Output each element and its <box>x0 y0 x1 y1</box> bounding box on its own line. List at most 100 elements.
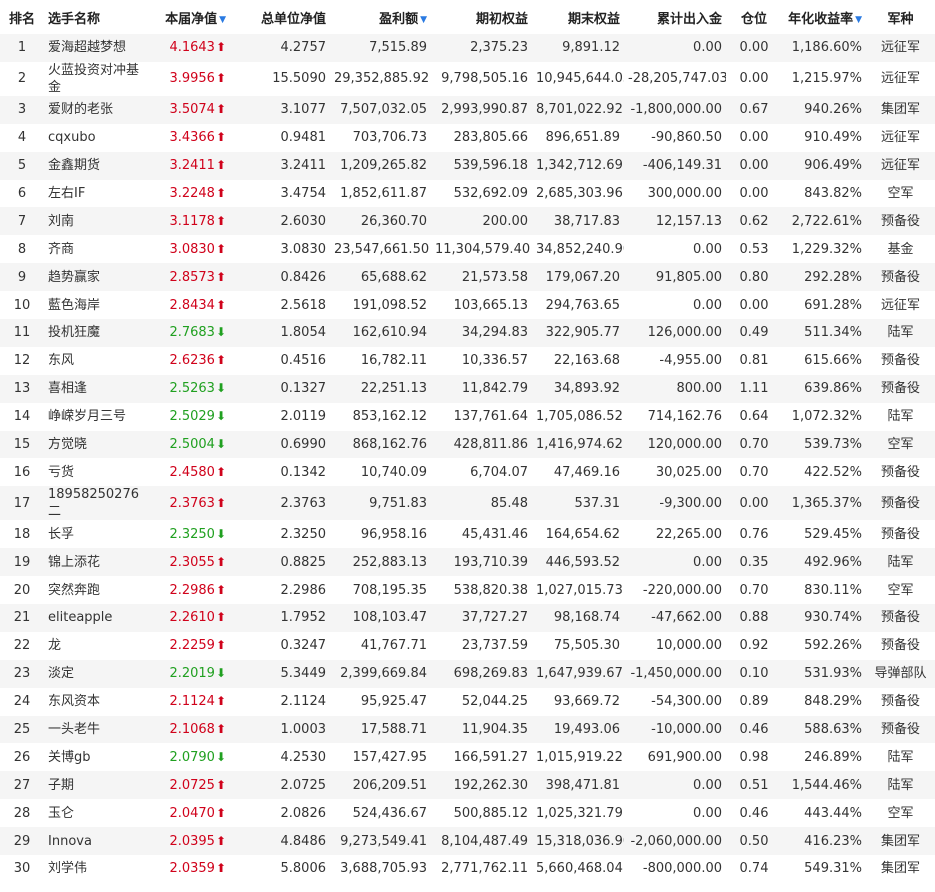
table-row: 24 东风资本 2.1124⬆ 2.1124 95,925.47 52,044.25 93,… <box>0 687 935 716</box>
player-name-link[interactable]: 长孚 <box>44 520 144 548</box>
nav-value: 3.4366 <box>169 130 215 146</box>
cum-flow-cell: 120,000.00 <box>647 437 722 453</box>
annual-return-cell: 848.29% <box>804 694 862 710</box>
player-name-link[interactable]: 金鑫期货 <box>44 152 144 180</box>
player-name-link[interactable]: 投机狂魔 <box>44 319 144 347</box>
nav-cell: 2.0725⬆ <box>144 771 230 799</box>
player-name-link[interactable]: eliteapple <box>44 604 144 632</box>
player-name-link[interactable]: 龙 <box>44 632 144 660</box>
table-row: 30 刘学伟 2.0359⬆ 5.8006 3,688,705.93 2,771,762.… <box>0 855 935 883</box>
table-row: 21 eliteapple 2.2610⬆ 1.7952 108,103.47 37,72… <box>0 604 935 632</box>
total-unit-nav-cell: 2.0119 <box>280 409 327 425</box>
nav-cell: 3.0830⬆ <box>144 235 230 263</box>
player-name-link[interactable]: 爱海超越梦想 <box>44 34 144 62</box>
player-name-link[interactable]: 玉仑 <box>44 799 144 827</box>
player-name-link[interactable]: 淡定 <box>44 660 144 688</box>
player-name-link[interactable]: 左右IF <box>44 180 144 208</box>
player-name-link[interactable]: 火蓝投资对冲基金 <box>44 62 144 96</box>
rank-cell: 6 <box>17 186 27 201</box>
position-cell: 0.53 <box>739 241 769 257</box>
sort-desc-icon[interactable]: ▼ <box>420 15 427 25</box>
army-cell: 预备役 <box>880 694 920 710</box>
player-name-link[interactable]: 东风资本 <box>44 688 144 716</box>
cum-flow-cell: 91,805.00 <box>655 269 722 285</box>
end-equity-cell: 8,701,022.92 <box>536 102 623 118</box>
start-equity-cell: 2,771,762.11 <box>441 861 528 877</box>
arrow-down-icon: ⬇ <box>215 437 226 452</box>
total-unit-nav-cell: 0.1327 <box>280 381 327 397</box>
player-name-link[interactable]: 突然奔跑 <box>44 576 144 604</box>
start-equity-cell: 539,596.18 <box>453 158 528 174</box>
arrow-down-icon: ⬇ <box>215 325 226 340</box>
position-cell: 0.70 <box>739 464 769 480</box>
rank-cell: 15 <box>13 437 31 453</box>
header-profit[interactable]: 盈利额 ▼ <box>330 0 431 34</box>
nav-value: 2.3055 <box>169 554 215 570</box>
header-annual-return[interactable]: 年化收益率 ▼ <box>782 0 866 34</box>
sort-desc-icon[interactable]: ▼ <box>219 15 226 25</box>
position-cell: 0.46 <box>739 722 769 738</box>
end-equity-cell: 1,015,919.22 <box>536 749 623 765</box>
army-cell: 空军 <box>887 186 914 201</box>
army-cell: 远征军 <box>880 158 920 174</box>
player-name-link[interactable]: 趋势赢家 <box>44 263 144 291</box>
player-name-link[interactable]: 齐商 <box>44 235 144 263</box>
arrow-up-icon: ⬆ <box>215 186 226 200</box>
rank-cell: 10 <box>13 297 31 313</box>
rank-cell: 19 <box>13 554 31 570</box>
army-cell: 陆军 <box>887 554 914 570</box>
arrow-up-icon: ⬆ <box>215 213 226 228</box>
arrow-up-icon: ⬆ <box>215 722 226 737</box>
position-cell: 0.89 <box>739 694 769 710</box>
total-unit-nav-cell: 5.8006 <box>280 861 327 877</box>
player-name-link[interactable]: 锦上添花 <box>44 548 144 576</box>
start-equity-cell: 2,993,990.87 <box>441 102 528 118</box>
player-name-link[interactable]: 喜相逢 <box>44 375 144 403</box>
end-equity-cell: 9,891.12 <box>562 40 620 56</box>
sort-desc-icon[interactable]: ▼ <box>855 15 862 25</box>
table-row: 7 刘南 3.1178⬆ 2.6030 26,360.70 200.00 38,717.83… <box>0 207 935 236</box>
cum-flow-cell: 800.00 <box>676 381 723 397</box>
table-row: 19 锦上添花 2.3055⬆ 0.8825 252,883.13 193,710.39 4… <box>0 548 935 577</box>
nav-cell: 3.9956⬆ <box>144 62 230 96</box>
cum-flow-cell: -220,000.00 <box>642 582 722 598</box>
cum-flow-cell: 30,025.00 <box>655 464 722 480</box>
player-name-link[interactable]: Innova <box>44 827 144 855</box>
player-name-link[interactable]: 子期 <box>44 771 144 799</box>
start-equity-cell: 532,692.09 <box>453 186 528 201</box>
nav-cell: 2.8573⬆ <box>144 263 230 291</box>
annual-return-cell: 492.96% <box>804 554 862 570</box>
total-unit-nav-cell: 2.1124 <box>280 694 327 710</box>
annual-return-cell: 1,186.60% <box>791 40 862 56</box>
cum-flow-cell: 126,000.00 <box>647 325 722 341</box>
nav-cell: 2.0395⬆ <box>144 827 230 855</box>
position-cell: 0.46 <box>739 805 769 821</box>
start-equity-cell: 283,805.66 <box>453 130 528 146</box>
player-name-link[interactable]: 刘学伟 <box>44 855 144 883</box>
player-name-link[interactable]: 18958250276二 <box>44 486 144 520</box>
position-cell: 0.74 <box>739 861 769 877</box>
header-nav[interactable]: 本届净值 ▼ <box>144 0 230 34</box>
player-name-link[interactable]: 东风 <box>44 347 144 375</box>
nav-value: 2.0359 <box>169 861 215 877</box>
player-name-link[interactable]: 关博gb <box>44 743 144 771</box>
profit-cell: 206,209.51 <box>352 777 427 793</box>
total-unit-nav-cell: 0.3247 <box>280 638 327 654</box>
table-row: 23 淡定 2.2019⬇ 5.3449 2,399,669.84 698,269.83 1… <box>0 659 935 688</box>
cum-flow-cell: 0.00 <box>693 777 722 793</box>
nav-cell: 2.2019⬇ <box>144 660 230 688</box>
player-name-link[interactable]: 峥嵘岁月三号 <box>44 403 144 431</box>
player-name-link[interactable]: 亏货 <box>44 458 144 486</box>
player-name-link[interactable]: 一头老牛 <box>44 716 144 744</box>
player-name-link[interactable]: 方觉晓 <box>44 431 144 459</box>
player-name-link[interactable]: cqxubo <box>44 124 144 152</box>
rank-cell: 3 <box>17 102 27 118</box>
player-name-link[interactable]: 藍色海岸 <box>44 291 144 319</box>
army-cell: 预备役 <box>880 269 920 285</box>
player-name-link[interactable]: 爱财的老张 <box>44 96 144 124</box>
start-equity-cell: 52,044.25 <box>461 694 528 710</box>
table-row: 14 峥嵘岁月三号 2.5029⬇ 2.0119 853,162.12 137,761.6… <box>0 402 935 431</box>
arrow-up-icon: ⬆ <box>215 71 226 86</box>
player-name-link[interactable]: 刘南 <box>44 207 144 235</box>
header-position: 仓位 <box>726 0 782 34</box>
